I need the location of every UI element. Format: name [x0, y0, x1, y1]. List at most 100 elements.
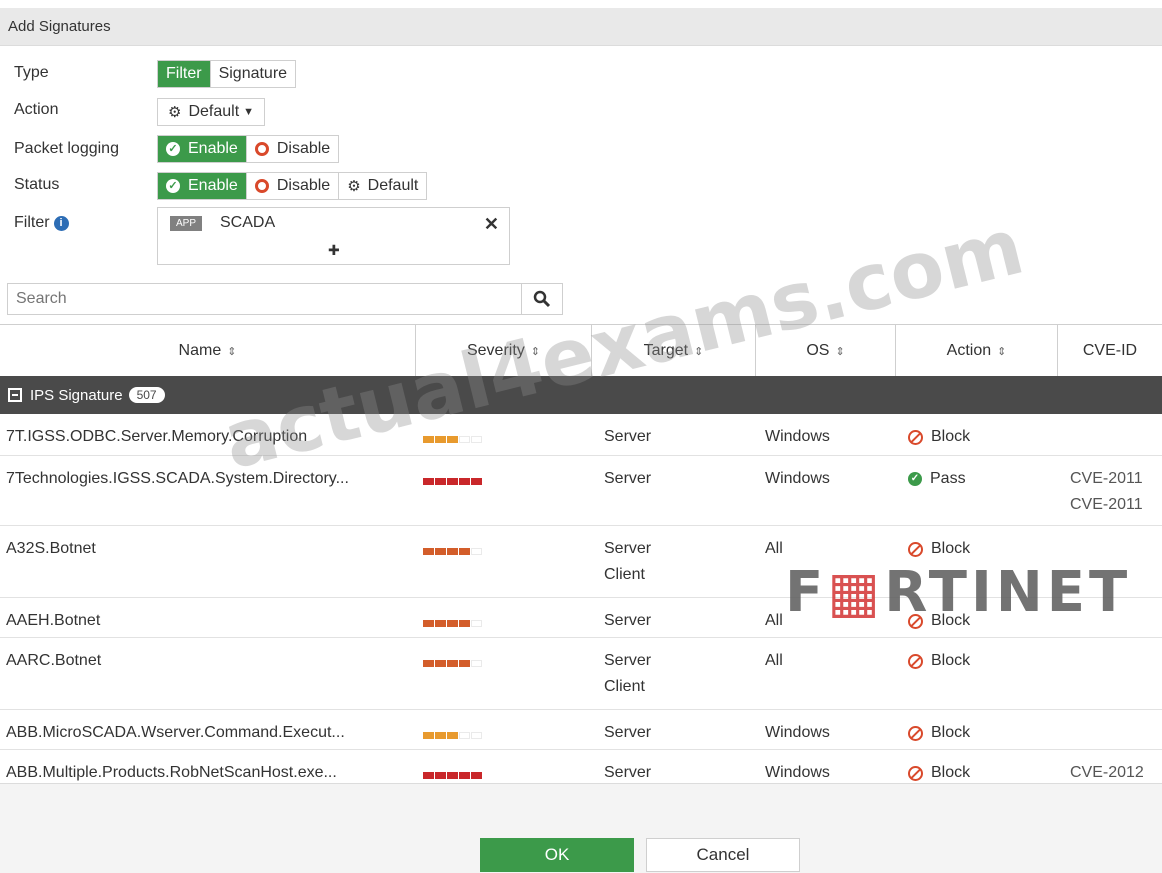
severity-segment [471, 620, 482, 627]
severity-segment [471, 732, 482, 739]
column-os-header[interactable]: OS ⇕ [756, 325, 896, 377]
severity-segment [447, 732, 458, 739]
severity-segment [447, 772, 458, 779]
type-signature-option[interactable]: Signature [211, 61, 296, 87]
severity-segment [471, 772, 482, 779]
cancel-button[interactable]: Cancel [646, 838, 800, 872]
severity-segment [435, 660, 446, 667]
block-icon [908, 765, 923, 781]
row-action-label: Block [931, 428, 971, 445]
filter-value: SCADA [220, 214, 276, 231]
collapse-icon[interactable] [8, 388, 22, 402]
row-target: Server Client [604, 526, 651, 588]
row-cve[interactable]: CVE-2011 CVE-2011 [1070, 456, 1143, 518]
column-cve-header[interactable]: CVE-ID [1058, 325, 1162, 377]
severity-segment [459, 660, 470, 667]
filter-box[interactable]: APP SCADA ✕ ✚ [157, 207, 510, 265]
severity-segment [459, 436, 470, 443]
type-toggle[interactable]: Filter Signature [157, 60, 297, 88]
table-row[interactable]: ABB.MicroSCADA.Wserver.Command.Execut...… [0, 710, 1162, 750]
column-severity-header[interactable]: Severity ⇕ [416, 325, 592, 377]
status-default-option[interactable]: ⚙ Default [339, 173, 426, 199]
row-cve-1[interactable]: CVE-2011 [1070, 466, 1143, 492]
add-filter-icon[interactable]: ✚ [328, 242, 340, 259]
type-filter-option[interactable]: Filter [158, 61, 211, 87]
severity-bar [423, 650, 483, 667]
packet-logging-disable-option[interactable]: Disable [247, 136, 338, 162]
row-action: Block [908, 710, 970, 746]
group-row-ips-signature[interactable]: IPS Signature 507 [0, 376, 1162, 414]
severity-segment [459, 548, 470, 555]
row-action: Block [908, 526, 970, 562]
group-label: IPS Signature [30, 386, 123, 404]
action-dropdown[interactable]: ⚙ Default ▼ [157, 98, 266, 126]
row-target: Server [604, 724, 652, 741]
severity-segment [423, 548, 434, 555]
row-target-1: Server [604, 540, 652, 557]
search-input[interactable] [7, 283, 529, 315]
severity-bar [423, 722, 483, 739]
row-action-label: Block [931, 724, 971, 741]
table-row[interactable]: 7Technologies.IGSS.SCADA.System.Director… [0, 456, 1162, 526]
filter-tag: APP [170, 216, 203, 231]
row-action-label: Block [931, 540, 971, 557]
severity-segment [423, 772, 434, 779]
table-row[interactable]: 7T.IGSS.ODBC.Server.Memory.Corruption Se… [0, 414, 1162, 456]
row-os: All [765, 612, 783, 629]
row-os: All [765, 652, 783, 669]
status-enable-option[interactable]: ✓ Enable [158, 173, 247, 199]
severity-segment [435, 478, 446, 485]
row-action: Block [908, 638, 970, 674]
severity-segment [435, 732, 446, 739]
severity-segment [447, 436, 458, 443]
packet-logging-enable-option[interactable]: ✓ Enable [158, 136, 247, 162]
row-action: Block [908, 414, 970, 450]
column-target-header[interactable]: Target ⇕ [592, 325, 756, 377]
severity-bar [423, 538, 483, 555]
packet-logging-disable-label: Disable [276, 140, 331, 157]
severity-segment [435, 548, 446, 555]
column-name-label: Name [178, 342, 222, 359]
table-row[interactable]: AARC.Botnet Server Client All Block [0, 638, 1162, 710]
action-label: Action [14, 101, 59, 118]
row-target-1: Server [604, 652, 652, 669]
status-disable-label: Disable [276, 177, 331, 194]
search-icon [533, 290, 551, 308]
packet-logging-label: Packet logging [14, 140, 119, 157]
type-label: Type [14, 64, 49, 81]
severity-segment [435, 436, 446, 443]
packet-logging-toggle[interactable]: ✓ Enable Disable [157, 135, 340, 163]
search-button[interactable] [521, 283, 563, 315]
severity-segment [471, 548, 482, 555]
severity-bar [423, 468, 483, 485]
row-name: A32S.Botnet [6, 540, 96, 557]
info-icon[interactable]: i [53, 216, 69, 231]
severity-segment [471, 478, 482, 485]
check-circle-icon: ✓ [908, 472, 922, 486]
disable-circle-icon [254, 142, 269, 156]
close-icon[interactable]: ✕ [484, 214, 499, 235]
gear-icon: ⚙ [168, 104, 182, 121]
column-action-header[interactable]: Action ⇕ [896, 325, 1058, 377]
caret-down-icon: ▼ [243, 106, 255, 118]
fortinet-logo: F▦RTINET [785, 560, 1132, 625]
gear-icon: ⚙ [347, 178, 361, 195]
filter-label-text: Filter [14, 214, 50, 231]
row-name: AAEH.Botnet [6, 612, 101, 629]
table-row[interactable]: ABB.Multiple.Products.RobNetScanHost.exe… [0, 750, 1162, 783]
block-icon [908, 653, 923, 669]
ok-button[interactable]: OK [480, 838, 634, 872]
severity-segment [471, 660, 482, 667]
status-toggle[interactable]: ✓ Enable Disable ⚙ Default [157, 172, 428, 200]
severity-segment [423, 436, 434, 443]
block-icon [908, 725, 923, 741]
row-cve[interactable]: CVE-2012 [1070, 750, 1144, 786]
severity-segment [471, 436, 482, 443]
row-cve-2[interactable]: CVE-2011 [1070, 492, 1143, 518]
column-name-header[interactable]: Name ⇕ [0, 325, 416, 377]
sort-icon: ⇕ [227, 345, 237, 358]
severity-segment [459, 772, 470, 779]
status-disable-option[interactable]: Disable [247, 173, 340, 199]
sort-icon: ⇕ [997, 345, 1007, 358]
column-os-label: OS [806, 342, 830, 359]
